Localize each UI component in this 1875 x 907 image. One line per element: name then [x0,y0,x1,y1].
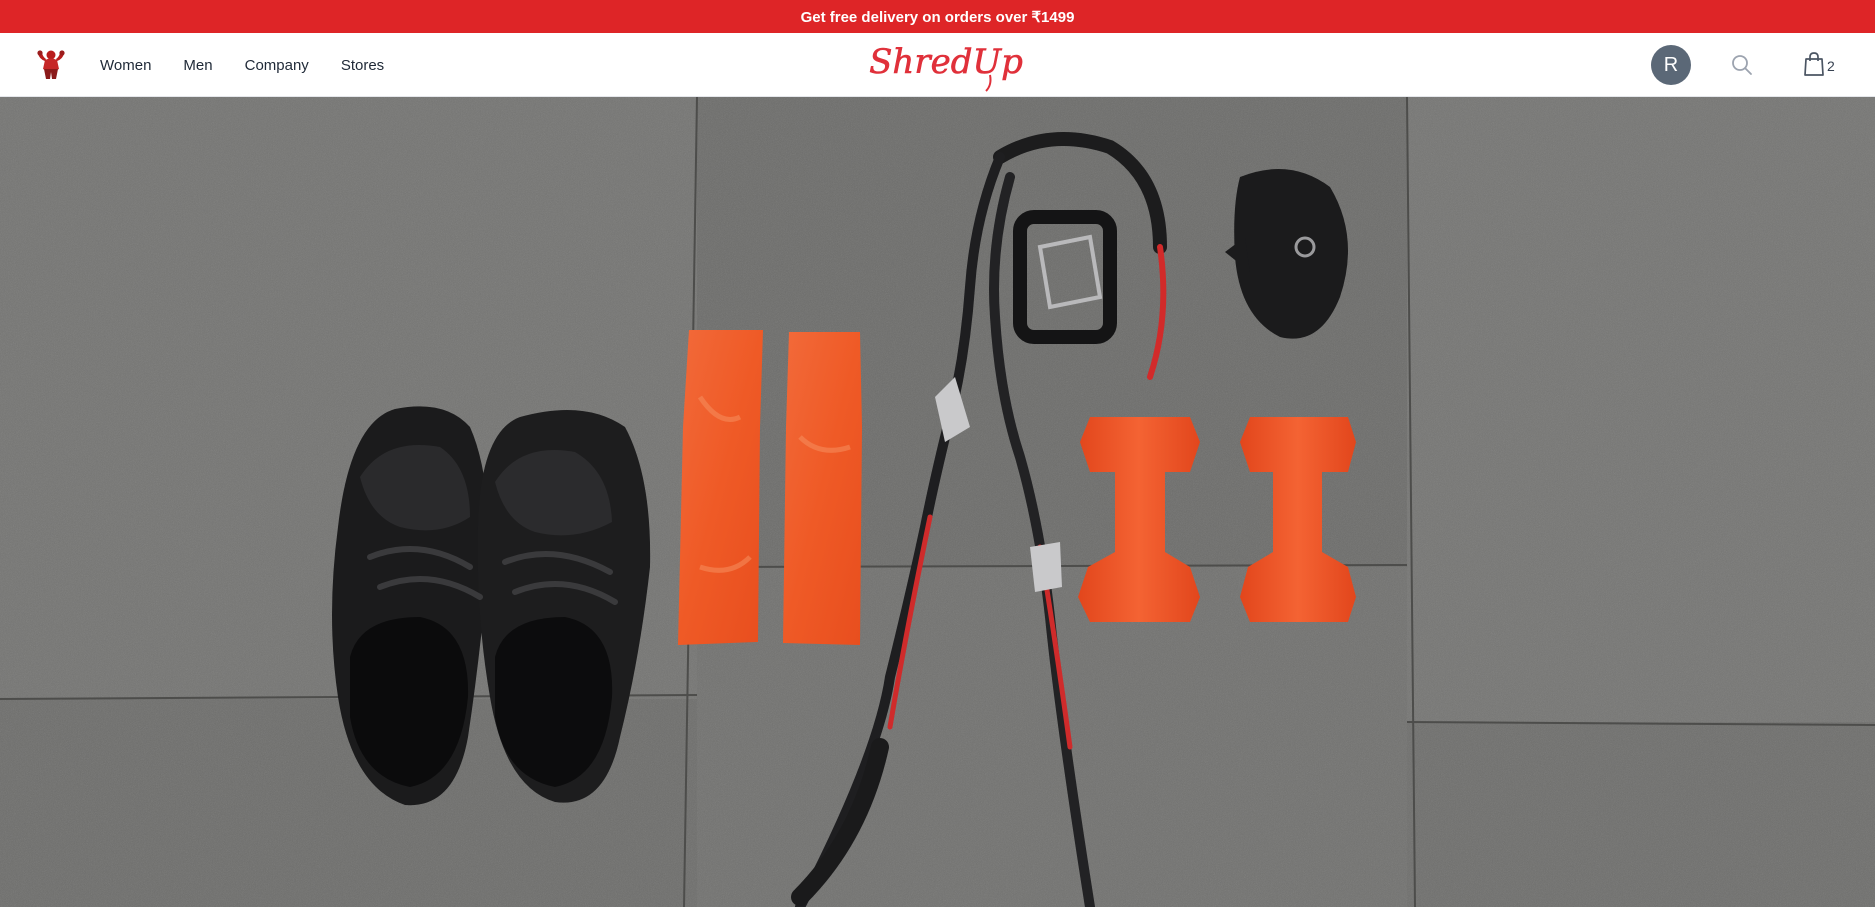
flexing-bodybuilder-icon[interactable] [34,47,68,81]
nav-link-women[interactable]: Women [100,57,151,74]
user-avatar[interactable]: R [1651,45,1691,85]
hero-banner [0,97,1875,907]
cart-count: 2 [1827,58,1835,74]
main-nav: Women Men Company Stores [100,33,416,97]
avatar-initial: R [1663,53,1679,76]
search-button[interactable] [1730,53,1754,77]
nav-link-company[interactable]: Company [245,57,309,74]
hero-image [0,97,1875,907]
search-icon [1732,55,1752,75]
promo-banner: Get free delivery on orders over ₹1499 [0,0,1875,33]
shopping-bag-icon [1804,52,1824,76]
nav-link-men[interactable]: Men [183,57,212,74]
site-header: Women Men Company Stores ShredUp R 2 [0,33,1875,97]
logo-text: ShredUp [869,42,1023,82]
brand-logo[interactable]: ShredUp [864,35,1028,93]
cart-button[interactable]: 2 [1803,50,1835,78]
promo-text: Get free delivery on orders over ₹1499 [800,8,1075,26]
nav-link-stores[interactable]: Stores [341,57,384,74]
